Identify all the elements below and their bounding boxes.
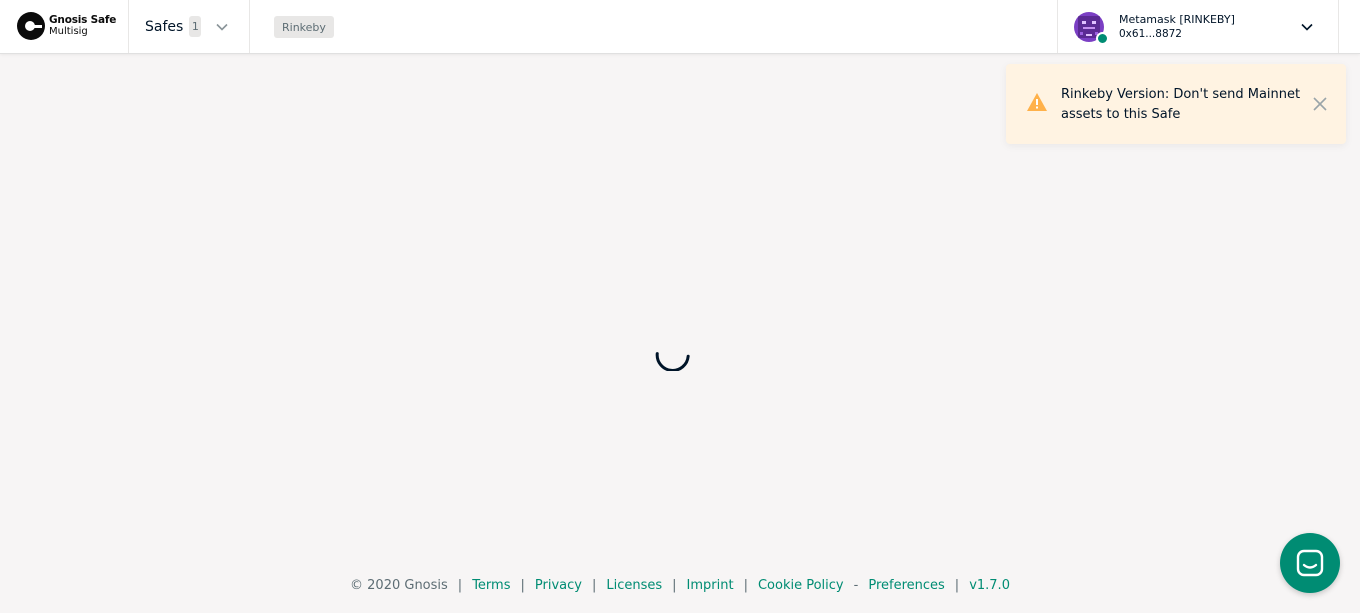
footer-separator: | [520, 577, 525, 593]
chat-launcher-button[interactable] [1280, 533, 1340, 593]
footer-separator: | [672, 577, 677, 593]
network-badge: Rinkeby [274, 16, 334, 38]
logo-text: Gnosis Safe Multisig [49, 14, 117, 38]
account-dropdown[interactable]: Metamask [RINKEBY] 0x61...8872 [1058, 0, 1338, 53]
logo-subtitle: Multisig [49, 26, 88, 37]
gnosis-safe-logo[interactable]: Gnosis Safe Multisig [17, 11, 116, 41]
header-divider [1338, 0, 1339, 53]
wallet-name: Metamask [RINKEBY] [1119, 13, 1235, 26]
footer-link-imprint[interactable]: Imprint [687, 578, 734, 593]
logo-title: Gnosis Safe [49, 14, 117, 26]
footer-link-version[interactable]: v1.7.0 [969, 578, 1010, 593]
footer-separator: | [954, 577, 960, 593]
footer-link-cookie-policy[interactable]: Cookie Policy [758, 578, 844, 593]
chevron-down-icon [216, 23, 228, 31]
footer-dash: - [853, 577, 859, 593]
safes-count-badge: 1 [189, 16, 202, 37]
close-icon[interactable] [1312, 96, 1328, 112]
footer-link-licenses[interactable]: Licenses [606, 578, 662, 593]
loading-spinner [655, 352, 690, 371]
footer-link-terms[interactable]: Terms [472, 578, 510, 593]
connection-status-dot [1096, 32, 1109, 45]
gnosis-logo-icon [17, 12, 45, 40]
top-bar: Gnosis Safe Multisig Safes 1 Rinkeby Met… [0, 0, 1360, 54]
header-divider [249, 0, 250, 53]
chat-icon [1296, 549, 1324, 577]
footer-separator: | [591, 577, 597, 593]
footer-separator: | [457, 577, 463, 593]
warning-icon [1027, 93, 1047, 111]
footer-link-privacy[interactable]: Privacy [535, 578, 582, 593]
warning-message: Rinkeby Version: Don't send Mainnet asse… [1061, 87, 1301, 122]
chevron-down-icon [1301, 23, 1313, 31]
footer: © 2020 Gnosis | Terms | Privacy | Licens… [0, 575, 1360, 595]
safes-dropdown[interactable]: Safes 1 [129, 0, 248, 53]
footer-separator: | [743, 577, 748, 593]
footer-link-preferences[interactable]: Preferences [868, 578, 944, 593]
network-warning-toast: Rinkeby Version: Don't send Mainnet asse… [1006, 64, 1346, 144]
footer-copyright: © 2020 Gnosis [350, 577, 448, 593]
wallet-address: 0x61...8872 [1119, 28, 1182, 40]
safes-label: Safes [145, 18, 184, 35]
